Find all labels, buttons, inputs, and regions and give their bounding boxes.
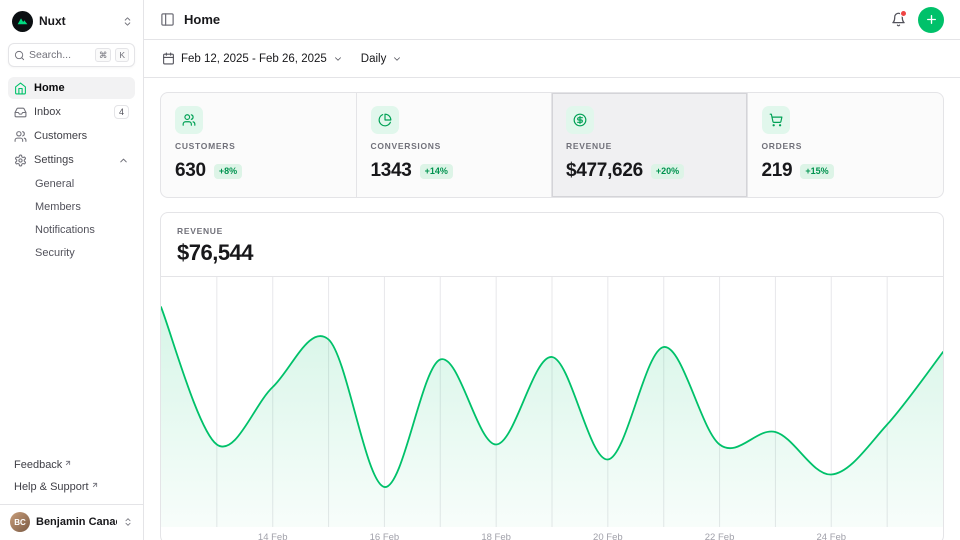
search-icon: [14, 50, 25, 61]
notification-dot: [900, 10, 907, 17]
arrow-up-right-icon: [64, 459, 72, 467]
sidebar-subitem-members[interactable]: Members: [8, 196, 135, 217]
sidebar-item-label: Inbox: [34, 106, 61, 118]
sidebar-item-label: Settings: [34, 154, 74, 166]
stat-label: CONVERSIONS: [371, 141, 538, 151]
stats-row: CUSTOMERS 630 +8% CONVERSIONS 1343 +14%: [160, 92, 944, 198]
sidebar-item-inbox[interactable]: Inbox 4: [8, 101, 135, 123]
user-menu[interactable]: BC Benjamin Canac: [0, 504, 143, 534]
avatar: BC: [10, 512, 30, 532]
sidebar-item-customers[interactable]: Customers: [8, 125, 135, 147]
stat-change-badge: +14%: [420, 164, 453, 179]
notifications-button[interactable]: [891, 12, 906, 27]
sidebar-subitem-security[interactable]: Security: [8, 242, 135, 263]
app-window: Nuxt Search... ⌘ K Home: [0, 0, 960, 540]
sidebar: Nuxt Search... ⌘ K Home: [0, 0, 144, 540]
main-panel: Home Feb 12, 2025 - Feb 26, 2025: [144, 0, 960, 540]
kbd-cmd: ⌘: [95, 48, 112, 63]
chart-total-value: $76,544: [177, 240, 927, 266]
stat-change-badge: +20%: [651, 164, 684, 179]
sidebar-subitem-general[interactable]: General: [8, 173, 135, 194]
x-tick-label: 20 Feb: [593, 532, 623, 540]
stat-value: 630: [175, 160, 206, 182]
page-title: Home: [184, 12, 220, 27]
period-select[interactable]: Daily: [359, 49, 405, 69]
revenue-chart-card: REVENUE $76,544: [160, 212, 944, 540]
add-button[interactable]: [918, 7, 944, 33]
dollar-circle-icon: [566, 106, 594, 134]
x-tick-label: 24 Feb: [816, 532, 846, 540]
sidebar-item-settings[interactable]: Settings: [8, 149, 135, 171]
stat-label: ORDERS: [762, 141, 930, 151]
x-tick-label: 16 Feb: [370, 532, 400, 540]
page-header: Home: [144, 0, 960, 40]
sidebar-item-help-support[interactable]: Help & Support: [8, 476, 135, 498]
chart-area-wrap: 14 Feb 16 Feb 18 Feb 20 Feb 22 Feb 24 Fe…: [161, 277, 943, 540]
x-tick-label: 22 Feb: [705, 532, 735, 540]
sidebar-item-feedback[interactable]: Feedback: [8, 454, 135, 476]
stat-change-badge: +8%: [214, 164, 242, 179]
workspace-name: Nuxt: [39, 14, 116, 28]
chart-title: REVENUE: [177, 226, 927, 236]
sidebar-item-label: Customers: [34, 130, 87, 142]
sidebar-spacer: [8, 263, 135, 454]
date-range-picker[interactable]: Feb 12, 2025 - Feb 26, 2025: [160, 48, 345, 69]
users-icon: [175, 106, 203, 134]
arrow-up-right-icon: [91, 481, 99, 489]
filters-toolbar: Feb 12, 2025 - Feb 26, 2025 Daily: [144, 40, 960, 78]
pie-chart-icon: [371, 106, 399, 134]
date-range-label: Feb 12, 2025 - Feb 26, 2025: [181, 53, 327, 65]
stat-card-orders[interactable]: ORDERS 219 +15%: [748, 93, 944, 197]
stat-change-badge: +15%: [800, 164, 833, 179]
plus-icon: [925, 13, 938, 26]
sidebar-subitem-notifications[interactable]: Notifications: [8, 219, 135, 240]
footer-item-label: Help & Support: [14, 481, 89, 493]
x-tick-label: 18 Feb: [481, 532, 511, 540]
home-icon: [14, 82, 27, 95]
cart-icon: [762, 106, 790, 134]
revenue-chart[interactable]: [161, 277, 943, 527]
nuxt-logo-icon: [12, 11, 33, 32]
chevrons-up-down-icon: [122, 16, 133, 27]
stat-label: CUSTOMERS: [175, 141, 342, 151]
sidebar-item-label: Home: [34, 82, 65, 94]
chevron-down-icon: [333, 54, 343, 64]
kbd-k: K: [115, 48, 129, 63]
stat-value: 219: [762, 160, 793, 182]
sidebar-nav: Home Inbox 4 Customers Settings: [8, 77, 135, 263]
chevrons-up-down-icon: [123, 517, 133, 527]
user-name: Benjamin Canac: [36, 516, 117, 528]
inbox-count-badge: 4: [114, 105, 129, 119]
period-label: Daily: [361, 53, 387, 65]
workspace-switcher[interactable]: Nuxt: [8, 8, 135, 34]
stat-card-conversions[interactable]: CONVERSIONS 1343 +14%: [357, 93, 553, 197]
x-tick-label: 14 Feb: [258, 532, 288, 540]
chevron-up-icon: [118, 155, 129, 166]
stat-card-revenue[interactable]: REVENUE $477,626 +20%: [552, 93, 748, 197]
chart-x-axis: 14 Feb 16 Feb 18 Feb 20 Feb 22 Feb 24 Fe…: [161, 527, 943, 540]
users-icon: [14, 130, 27, 143]
stat-value: $477,626: [566, 160, 643, 182]
stat-card-customers[interactable]: CUSTOMERS 630 +8%: [161, 93, 357, 197]
footer-item-label: Feedback: [14, 459, 62, 471]
search-input[interactable]: Search... ⌘ K: [8, 43, 135, 67]
panel-left-icon[interactable]: [160, 12, 175, 27]
chart-header: REVENUE $76,544: [161, 213, 943, 277]
stat-value: 1343: [371, 160, 412, 182]
stat-label: REVENUE: [566, 141, 733, 151]
dashboard-content: CUSTOMERS 630 +8% CONVERSIONS 1343 +14%: [144, 78, 960, 540]
calendar-icon: [162, 52, 175, 65]
inbox-icon: [14, 106, 27, 119]
search-placeholder: Search...: [29, 49, 91, 61]
gear-icon: [14, 154, 27, 167]
chevron-down-icon: [392, 54, 402, 64]
sidebar-item-home[interactable]: Home: [8, 77, 135, 99]
